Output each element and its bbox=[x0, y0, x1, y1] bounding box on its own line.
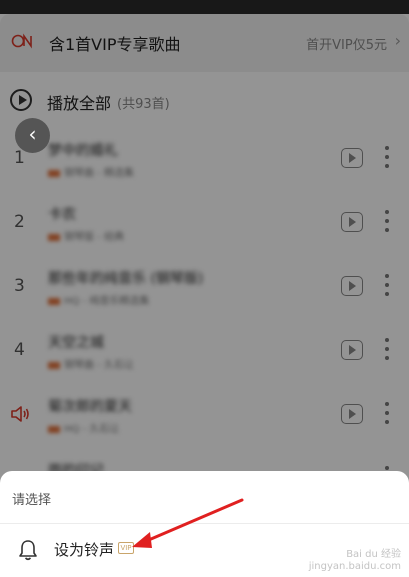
watermark: Bai du 经验 jingyan.baidu.com bbox=[309, 549, 401, 573]
watermark-url: jingyan.baidu.com bbox=[308, 561, 401, 572]
app-root: 含1首VIP专享歌曲 首开VIP仅5元 › 播放全部 (共93首) 1 梦中的婚… bbox=[0, 0, 409, 577]
sheet-title: 请选择 bbox=[12, 493, 52, 508]
bell-icon bbox=[17, 538, 39, 562]
set-ringtone-label: 设为铃声 bbox=[54, 541, 115, 559]
back-button[interactable]: ‹ bbox=[15, 118, 50, 153]
annotation-arrow-icon bbox=[132, 498, 244, 548]
watermark-brand: Bai du 经验 bbox=[346, 549, 401, 560]
